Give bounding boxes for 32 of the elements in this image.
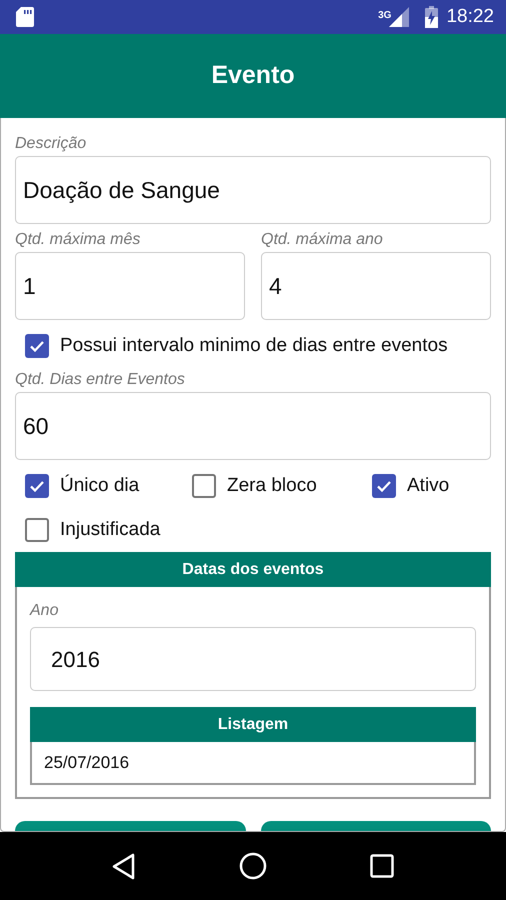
checkbox-label: Único dia (60, 474, 140, 498)
checkbox[interactable] (192, 474, 216, 498)
list-item[interactable]: 25/07/2016 (30, 742, 476, 785)
screen-title: Evento (211, 60, 295, 92)
checkbox[interactable] (25, 334, 49, 358)
field-label: Ano (30, 601, 58, 621)
checkbox-label: Ativo (407, 474, 450, 498)
checkbox-label: Possui intervalo minimo de dias entre eventos (60, 334, 448, 358)
home-icon[interactable] (238, 852, 267, 880)
checkbox-label: Zera bloco (227, 474, 317, 498)
checkbox[interactable] (25, 474, 49, 498)
section-header: Datas dos eventos (15, 552, 491, 587)
checkbox[interactable] (25, 518, 49, 542)
input-field[interactable]: Doação de Sangue (15, 156, 491, 224)
network-type: 3G (378, 8, 392, 23)
field-label: Qtd. Dias entre Eventos (15, 370, 185, 390)
sd-card-icon (16, 7, 34, 27)
input-field[interactable]: 60 (15, 392, 491, 460)
clock: 18:22 (446, 4, 494, 29)
field-label: Qtd. máxima ano (261, 230, 383, 250)
input-field[interactable]: 4 (261, 252, 491, 320)
battery-icon (425, 6, 438, 28)
list-header: Listagem (30, 707, 476, 742)
checkbox-label: Injustificada (60, 518, 160, 542)
input-field[interactable]: 1 (15, 252, 245, 320)
checkbox[interactable] (372, 474, 396, 498)
input-field[interactable]: 2016 (30, 627, 476, 691)
field-label: Qtd. máxima mês (15, 230, 140, 250)
recents-icon[interactable] (370, 854, 394, 878)
field-label: Descrição (15, 134, 86, 154)
signal-icon (389, 7, 410, 27)
back-icon[interactable] (112, 852, 136, 880)
